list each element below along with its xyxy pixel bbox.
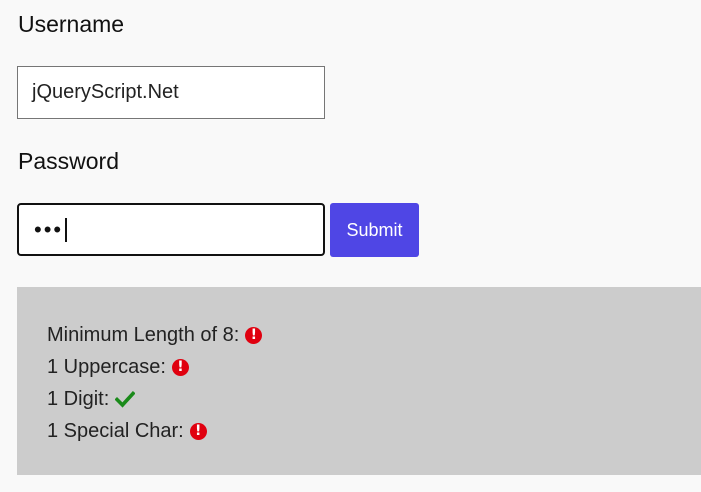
username-input[interactable]: jQueryScript.Net <box>17 66 325 119</box>
exclamation-circle-icon: ! <box>171 358 189 376</box>
exclamation-circle-icon: ! <box>245 326 263 344</box>
submit-button[interactable]: Submit <box>330 203 419 257</box>
requirement-label: Minimum Length of 8: <box>47 324 240 346</box>
exclamation-circle-icon: ! <box>189 422 207 440</box>
requirement-digit: 1 Digit: <box>47 383 262 415</box>
password-validation-form: Username jQueryScript.Net Password ••• S… <box>0 0 701 492</box>
username-label: Username <box>18 11 125 37</box>
requirement-special-char: 1 Special Char: ! <box>47 415 262 447</box>
check-icon <box>115 390 136 408</box>
password-label: Password <box>18 148 119 174</box>
requirement-label: 1 Special Char: <box>47 420 184 442</box>
requirement-uppercase: 1 Uppercase: ! <box>47 351 262 383</box>
requirements-list: Minimum Length of 8: ! 1 Uppercase: ! 1 … <box>47 319 263 447</box>
password-mask: ••• <box>34 216 64 242</box>
password-requirements-panel: Minimum Length of 8: ! 1 Uppercase: ! 1 … <box>17 287 701 475</box>
password-input[interactable]: ••• <box>17 203 325 256</box>
requirement-min-length: Minimum Length of 8: ! <box>47 319 263 351</box>
requirement-label: 1 Uppercase: <box>47 356 166 378</box>
username-value: jQueryScript.Net <box>32 81 179 103</box>
text-caret <box>65 217 68 242</box>
requirement-label: 1 Digit: <box>47 388 110 410</box>
